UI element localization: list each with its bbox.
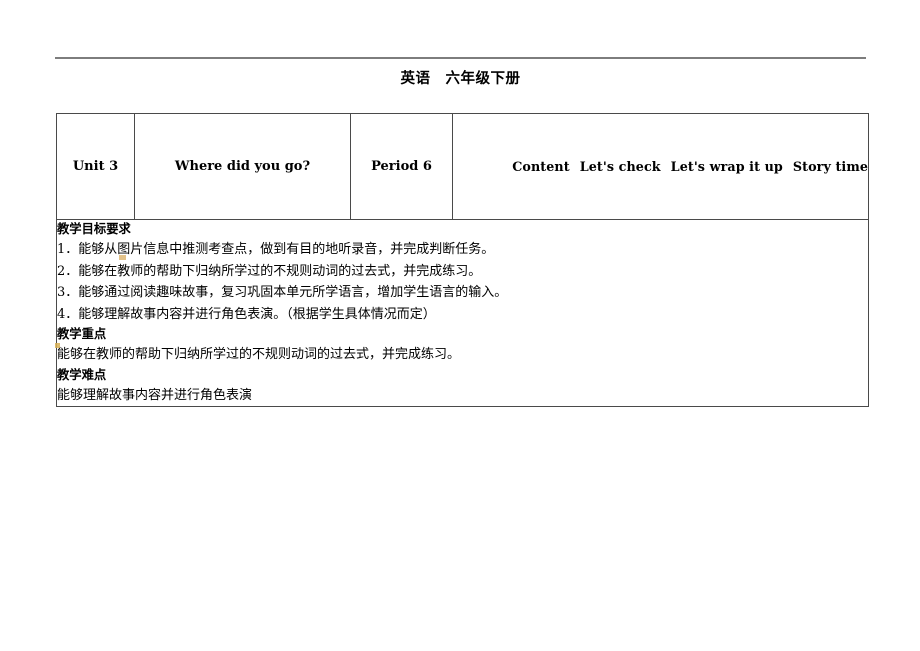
lesson-plan-table: Unit 3 Where did you go? Period 6 Conten… — [56, 113, 869, 407]
table-body-row: 教学目标要求 1．能够从图片信息中推测考查点，做到有目的地听录音，并完成判断任务… — [56, 219, 869, 407]
header-cell-lesson-title: Where did you go? — [134, 113, 351, 220]
objectives-heading: 教学目标要求 — [57, 222, 131, 236]
objective-item-2: 2．能够在教师的帮助下归纳所学过的不规则动词的过去式，并完成练习。 — [57, 263, 482, 279]
key-points-text: 能够在教师的帮助下归纳所学过的不规则动词的过去式，并完成练习。 — [57, 347, 461, 362]
content-item-content: Content — [512, 159, 570, 174]
objective-item-4: 4．能够理解故事内容并进行角色表演。（根据学生具体情况而定） — [57, 306, 436, 322]
header-cell-unit: Unit 3 — [56, 113, 135, 220]
content-items-list: Content Let's check Let's wrap it up Story … — [453, 144, 868, 189]
objective-item-1: 1．能够从图片信息中推测考查点，做到有目的地听录音，并完成判断任务。 — [57, 239, 868, 261]
objective-1-text: 1．能够从图片信息中推测考查点，做到有目的地听录音，并完成判断任务。 — [57, 242, 494, 260]
page-title: 英语 六年级下册 — [400, 70, 521, 87]
lesson-details-cell: 教学目标要求 1．能够从图片信息中推测考查点，做到有目的地听录音，并完成判断任务… — [56, 219, 869, 407]
table-header-row: Unit 3 Where did you go? Period 6 Conten… — [56, 113, 869, 220]
difficult-points-text: 能够理解故事内容并进行角色表演 — [57, 387, 253, 403]
content-item-lets-wrap-it-up: Let's wrap it up — [670, 159, 783, 174]
content-item-story-time: Story time — [792, 159, 869, 174]
content-item-lets-check: Let's check — [579, 159, 661, 174]
header-cell-period: Period 6 — [350, 113, 453, 220]
difficult-points-heading: 教学难点 — [57, 367, 107, 382]
text-highlight-mark: 图 — [117, 239, 130, 261]
objective-item-3: 3．能够通过阅读趣味故事，复习巩固本单元所学语言，增加学生语言的输入。 — [57, 285, 508, 300]
document-page: 英语 六年级下册 Unit 3 Where did you go? Period… — [0, 0, 920, 651]
header-cell-content: Content Let's check Let's wrap it up Story … — [452, 113, 869, 220]
top-horizontal-rule — [55, 57, 866, 59]
key-points-heading: 教学重点 — [57, 327, 107, 341]
stray-highlight-artifact — [55, 343, 60, 348]
